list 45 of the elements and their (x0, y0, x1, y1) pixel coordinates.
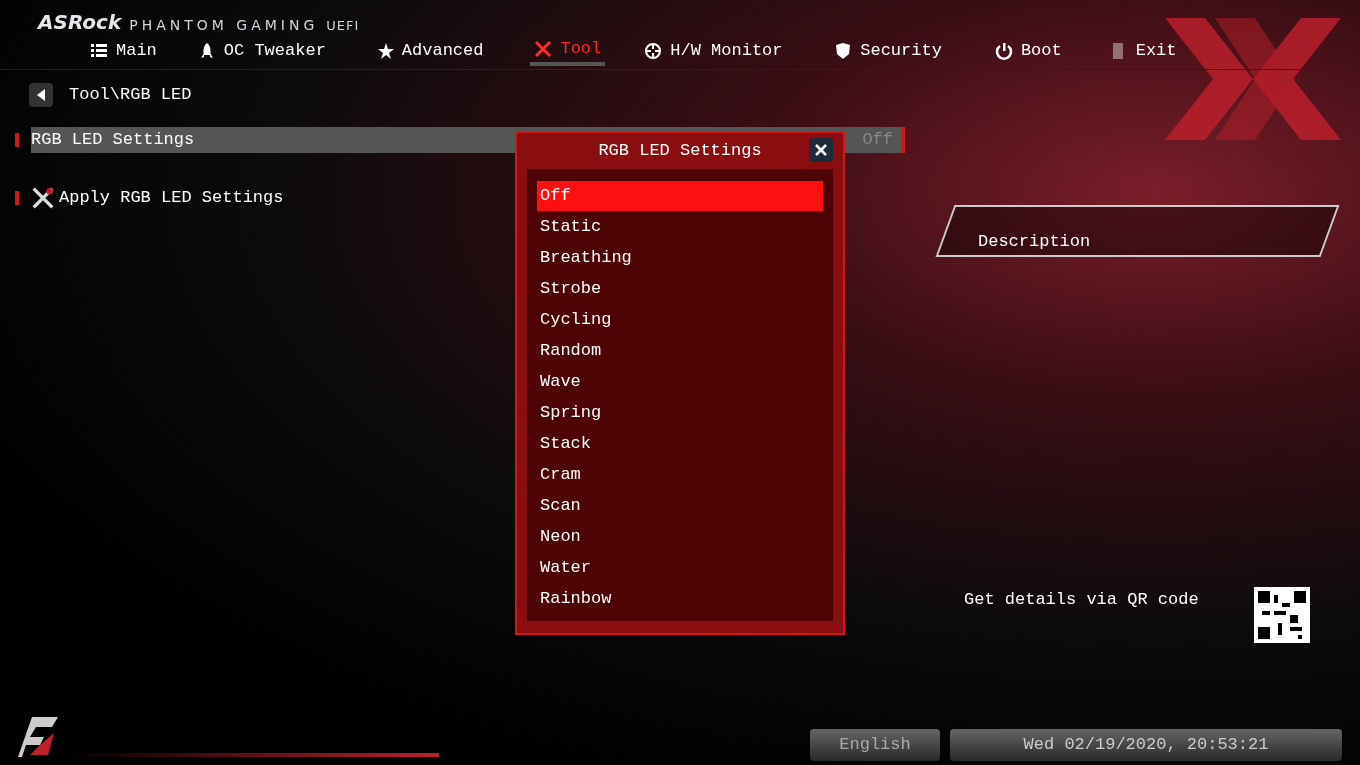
option-item[interactable]: Water (537, 553, 823, 583)
breadcrumb: Tool\RGB LED (69, 84, 192, 107)
option-item[interactable]: Cram (537, 460, 823, 490)
option-item[interactable]: Breathing (537, 243, 823, 273)
tools-icon (534, 39, 553, 58)
option-item[interactable]: Scan (537, 491, 823, 521)
close-button[interactable] (809, 138, 833, 162)
apply-settings-item[interactable]: Apply RGB LED Settings (31, 185, 284, 211)
option-item[interactable]: Rainbow (537, 584, 823, 614)
option-item[interactable]: Neon (537, 522, 823, 552)
product-name: PHANTOM GAMING (129, 18, 319, 32)
tab[interactable]: Exit (1105, 35, 1181, 66)
tab[interactable]: OC Tweaker (193, 35, 330, 66)
option-item[interactable]: Wave (537, 367, 823, 397)
option-item[interactable]: Strobe (537, 274, 823, 304)
qr-code-caption: Get details via QR code (964, 589, 1199, 611)
tab[interactable]: H/W Monitor (640, 35, 787, 66)
list-icon (90, 41, 108, 60)
back-button[interactable] (29, 83, 53, 107)
crosshair-icon (644, 41, 663, 60)
description-title: Description (978, 231, 1091, 253)
item-marker (15, 133, 19, 147)
power-icon (994, 41, 1013, 60)
tab[interactable]: Boot (990, 35, 1066, 66)
tab[interactable]: Tool (530, 35, 606, 66)
uefi-label: UEFI (326, 19, 360, 32)
option-item[interactable]: Spring (537, 398, 823, 428)
option-item[interactable]: Random (537, 336, 823, 366)
close-icon (815, 144, 827, 156)
back-arrow-icon (37, 89, 45, 101)
tab[interactable]: Security (830, 35, 946, 66)
shield-icon (834, 41, 853, 60)
tab[interactable]: Advanced (371, 35, 488, 66)
language-button[interactable]: English (810, 729, 940, 761)
item-marker (15, 191, 19, 205)
qr-code-icon (1254, 587, 1310, 643)
tab[interactable]: Main (86, 35, 161, 66)
option-item[interactable]: Static (537, 212, 823, 242)
tools-icon (31, 186, 55, 210)
phantom-gaming-logo-icon (18, 715, 60, 759)
option-item[interactable]: Off (537, 181, 823, 211)
brand-logo: ASRock (38, 12, 122, 32)
option-item[interactable]: Stack (537, 429, 823, 459)
option-item[interactable]: Cycling (537, 305, 823, 335)
date-time-display: Wed 02/19/2020, 20:53:21 (950, 729, 1342, 761)
